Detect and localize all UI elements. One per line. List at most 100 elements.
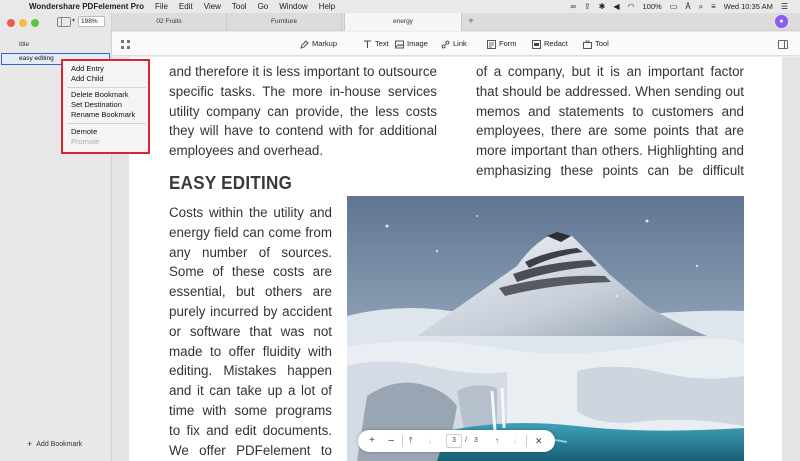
menu-edit[interactable]: Edit [179, 2, 193, 11]
clock[interactable]: Wed 10:35 AM [724, 2, 773, 11]
paragraph-column1-body[interactable]: Costs within the utility and energy fiel… [169, 203, 332, 460]
text-line: any number of sources. [169, 244, 332, 260]
text-line: energy field can come from [169, 224, 332, 240]
menu-help[interactable]: Help [319, 2, 335, 11]
link-button[interactable]: Link [441, 32, 467, 56]
menu-file[interactable]: File [155, 2, 168, 11]
tool-button[interactable]: Tool [583, 32, 609, 56]
input-source-icon[interactable]: Ä [685, 2, 690, 11]
text-line: time with some programs [169, 402, 332, 418]
thumbnail-grid-icon[interactable] [121, 40, 130, 49]
menu-view[interactable]: View [204, 2, 221, 11]
bookmark-context-menu: Add Entry Add Child Delete Bookmark Set … [61, 59, 150, 154]
zoom-select[interactable]: 198% [78, 16, 105, 27]
text-line: of a company, but it is an important fac… [476, 64, 744, 79]
app-name-menu[interactable]: Wondershare PDFelement Pro [29, 2, 144, 11]
menu-item-add-entry[interactable]: Add Entry [71, 64, 104, 74]
text-line: to fix and edit documents. [169, 422, 332, 438]
text-label: Text [375, 39, 389, 48]
new-tab-plus-icon[interactable]: + [468, 16, 474, 27]
text-line: more important than others. Highlighting… [476, 143, 744, 159]
add-bookmark-button[interactable]: + Add Bookmark [27, 440, 83, 449]
volume-icon[interactable]: ◀ [613, 2, 619, 11]
text-line: Some of these costs are [169, 264, 332, 280]
chevron-down-icon[interactable]: ▾ [72, 17, 75, 24]
redact-label: Redact [544, 39, 568, 48]
section-heading[interactable]: EASY EDITING [169, 172, 292, 194]
mountain-landscape-image [347, 196, 744, 461]
text-line: or software that was not [169, 323, 332, 339]
menu-extras-icon[interactable]: ≡ [711, 2, 716, 11]
text-line: editing. Mistakes happen [169, 363, 332, 379]
previous-page-icon[interactable]: ↓ [428, 430, 432, 452]
text-line: We offer PDFelement to [169, 442, 332, 458]
text-line: that should be addressed. When sending o… [476, 83, 744, 99]
divider [526, 435, 527, 447]
menu-go[interactable]: Go [258, 2, 269, 11]
search-icon[interactable]: ⌕ [699, 2, 703, 12]
redact-icon [532, 39, 541, 49]
menu-item-demote[interactable]: Demote [71, 127, 97, 137]
avatar[interactable]: ● [775, 15, 788, 28]
text-button[interactable]: Text [363, 32, 389, 56]
text-line: specific tasks. The more in-house servic… [169, 83, 437, 99]
form-icon [487, 39, 496, 49]
text-line: they will have to contend with for addit… [169, 123, 437, 139]
pdf-page[interactable]: and therefore it is less important to ou… [129, 57, 782, 461]
text-line: and it can take up a lot of [169, 383, 332, 399]
wifi-icon[interactable]: ◠ [628, 2, 635, 11]
paragraph-column2-top[interactable]: of a company, but it is an important fac… [476, 62, 744, 181]
first-page-icon[interactable]: ⤒ [409, 430, 413, 452]
notification-center-icon[interactable]: ☰ [781, 2, 788, 11]
text-line: employees and overhead. [169, 143, 324, 159]
page-navigation-bar: + − ⤒ ↓ 3 / 3 ↑ ↓ ✕ [358, 430, 555, 452]
form-button[interactable]: Form [487, 32, 517, 56]
divider [402, 435, 403, 447]
total-pages: 3 [474, 437, 478, 444]
zoom-value: 198% [81, 18, 98, 25]
zoom-out-icon[interactable]: − [388, 430, 394, 452]
next-page-icon[interactable]: ↑ [495, 430, 499, 452]
bluetooth-icon[interactable]: ✱ [599, 2, 606, 11]
markup-label: Markup [312, 39, 338, 48]
current-page-input[interactable]: 3 [446, 434, 462, 448]
creative-cloud-icon[interactable]: ∞ [570, 2, 576, 11]
tab-02-fruits[interactable]: 02 Fruits [112, 13, 227, 31]
fullscreen-window-button[interactable] [31, 19, 39, 27]
image-label: Image [407, 39, 428, 48]
redact-button[interactable]: Redact [532, 32, 568, 56]
zoom-in-icon[interactable]: + [369, 430, 375, 452]
menu-item-delete-bookmark[interactable]: Delete Bookmark [71, 90, 129, 100]
menu-item-set-destination[interactable]: Set Destination [71, 100, 122, 110]
tool-label: Tool [595, 39, 609, 48]
menu-tool[interactable]: Tool [232, 2, 247, 11]
menu-item-rename-bookmark[interactable]: Rename Bookmark [71, 110, 135, 120]
last-page-icon[interactable]: ↓ [513, 430, 517, 452]
close-icon[interactable]: ✕ [535, 430, 543, 452]
minimize-window-button[interactable] [19, 19, 27, 27]
add-bookmark-label: Add Bookmark [36, 440, 83, 448]
menu-window[interactable]: Window [279, 2, 307, 11]
link-icon [441, 40, 450, 48]
text-icon [364, 40, 371, 48]
menu-separator [67, 123, 146, 124]
markup-button[interactable]: Markup [300, 32, 337, 56]
image-button[interactable]: Image [395, 32, 428, 56]
toolbar: Markup Text Image Link Form Redact Tool [112, 32, 800, 56]
menu-item-promote: Promote [71, 137, 100, 146]
text-line: emphasizing these points can be difficul… [476, 162, 744, 178]
menu-item-add-child[interactable]: Add Child [71, 74, 104, 84]
tab-furniture[interactable]: Furniture [227, 13, 342, 31]
close-window-button[interactable] [7, 19, 15, 27]
form-label: Form [499, 39, 517, 48]
mountain-photo[interactable] [347, 196, 744, 461]
tab-energy[interactable]: energy [344, 13, 462, 31]
text-line: purely incurred by accident [169, 303, 332, 319]
upload-icon[interactable]: ⇪ [584, 2, 591, 11]
sidebar-toggle-icon[interactable] [57, 17, 71, 27]
paragraph-column1-top[interactable]: and therefore it is less important to ou… [169, 62, 437, 161]
bookmark-item-title[interactable]: title [19, 41, 29, 48]
right-panel-toggle-icon[interactable] [778, 40, 788, 49]
toolbox-icon [583, 40, 592, 49]
battery-icon[interactable]: ▭ [670, 2, 678, 11]
